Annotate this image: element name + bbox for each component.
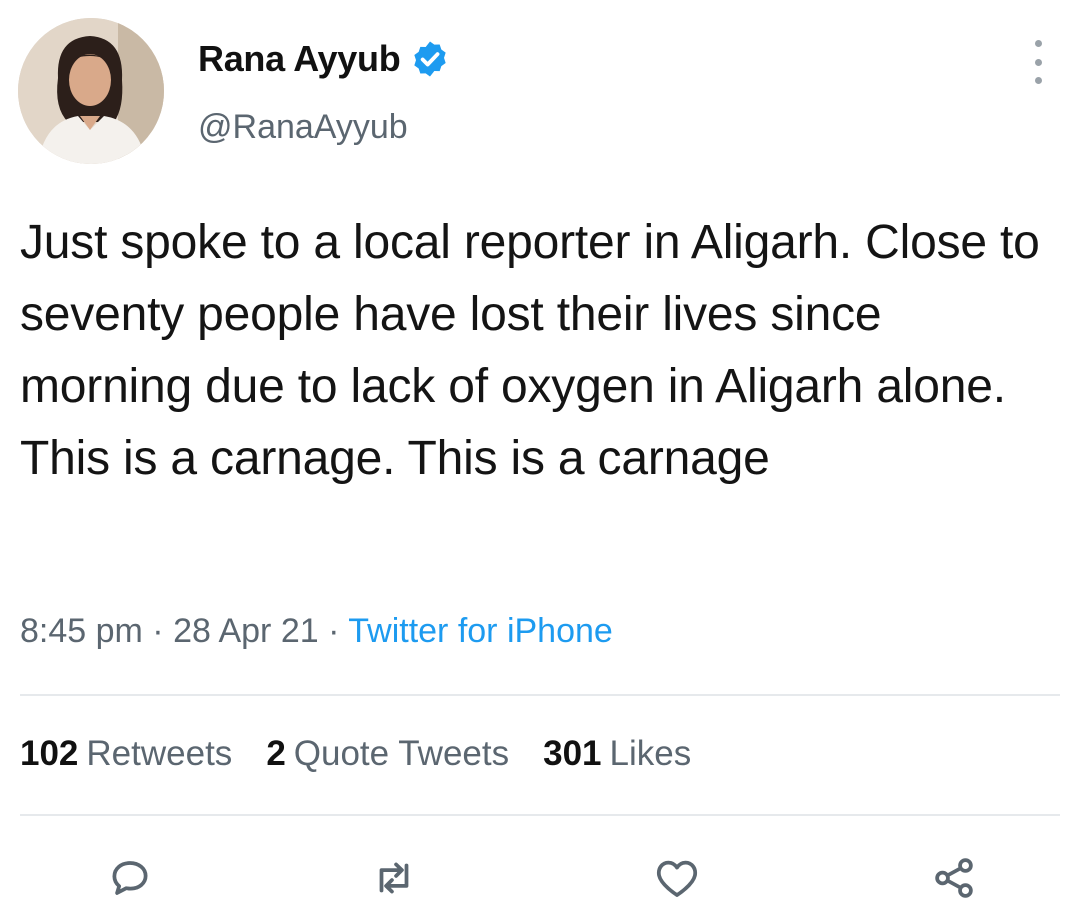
retweets-count: 102 xyxy=(20,734,79,773)
verified-badge-icon xyxy=(414,41,447,77)
avatar[interactable] xyxy=(18,18,164,164)
meta-separator: · xyxy=(142,612,174,650)
author-handle[interactable]: @RanaAyyub xyxy=(198,108,408,147)
quote-tweets-stat[interactable]: 2 Quote Tweets xyxy=(266,734,509,774)
reply-button[interactable] xyxy=(100,848,160,908)
action-bar xyxy=(0,848,1080,908)
meta-separator: · xyxy=(318,612,349,650)
retweet-button[interactable] xyxy=(364,848,424,908)
likes-count: 301 xyxy=(543,734,602,773)
retweet-icon xyxy=(379,862,409,894)
likes-stat[interactable]: 301 Likes xyxy=(543,734,691,774)
tweet-date[interactable]: 28 Apr 21 xyxy=(173,612,319,650)
retweets-stat[interactable]: 102 Retweets xyxy=(20,734,232,774)
author-name-row: Rana Ayyub xyxy=(198,38,450,80)
tweet-card: Rana Ayyub @RanaAyyub Just spoke to a lo… xyxy=(0,0,1080,922)
like-icon xyxy=(656,860,698,897)
tweet-stats: 102 Retweets 2 Quote Tweets 301 Likes xyxy=(20,734,691,774)
divider xyxy=(20,814,1060,816)
tweet-source[interactable]: Twitter for iPhone xyxy=(348,612,613,650)
share-button[interactable] xyxy=(924,848,984,908)
tweet-meta: 8:45 pm · 28 Apr 21 · Twitter for iPhone xyxy=(20,612,613,651)
likes-label: Likes xyxy=(609,734,692,773)
like-button[interactable] xyxy=(647,848,707,908)
tweet-time[interactable]: 8:45 pm xyxy=(20,612,143,650)
reply-icon xyxy=(112,861,148,895)
quote-tweets-count: 2 xyxy=(266,734,286,773)
divider xyxy=(20,694,1060,696)
tweet-text: Just spoke to a local reporter in Aligar… xyxy=(20,216,1040,485)
share-icon xyxy=(935,858,973,898)
author-display-name[interactable]: Rana Ayyub xyxy=(198,38,401,80)
quote-tweets-label: Quote Tweets xyxy=(293,734,510,773)
avatar-image xyxy=(18,18,164,164)
retweets-label: Retweets xyxy=(86,734,233,773)
more-options-icon[interactable] xyxy=(1028,40,1048,84)
